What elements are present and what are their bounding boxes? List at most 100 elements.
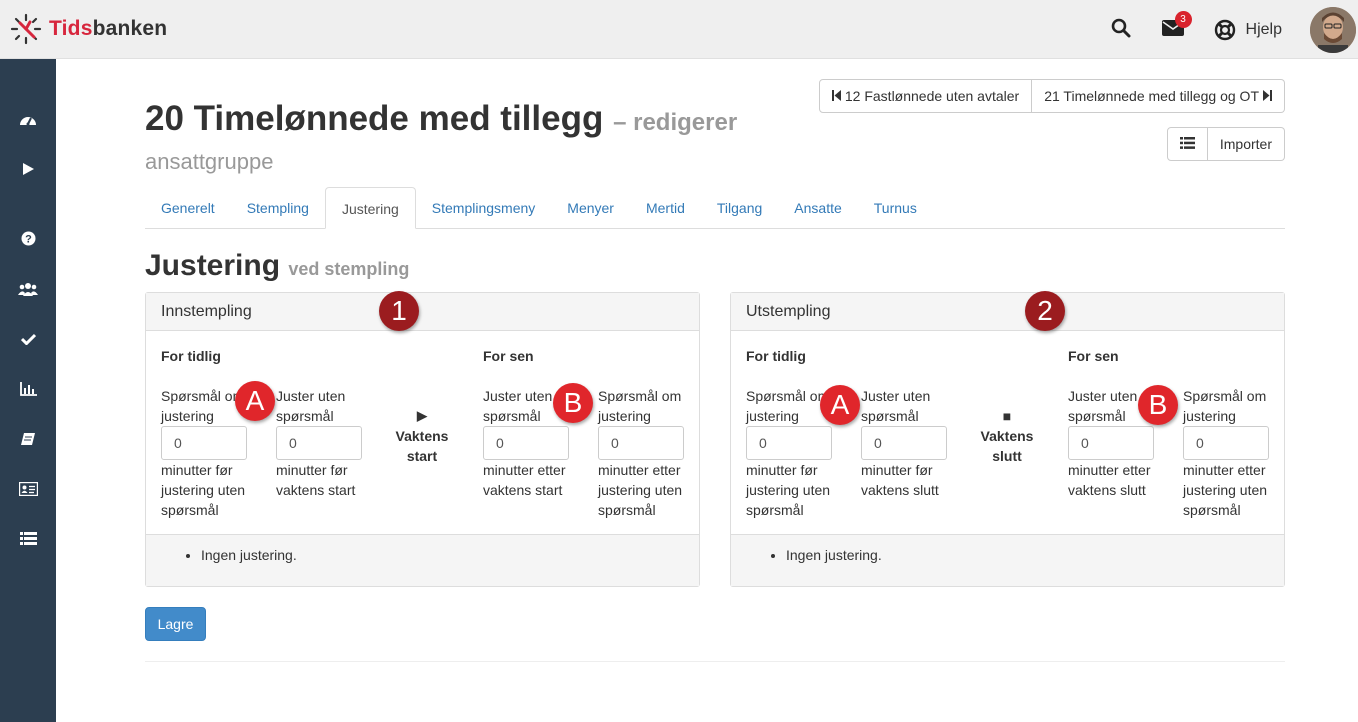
next-group-button[interactable]: 21 Timelønnede med tillegg og OT: [1032, 79, 1285, 113]
import-button[interactable]: Importer: [1207, 127, 1285, 161]
section-title-text: Justering: [145, 249, 281, 282]
early-auto-unit: minutter før vaktens start: [276, 462, 356, 498]
early-title: For tidlig: [746, 348, 806, 364]
tab-stemplingsmeny[interactable]: Stemplingsmeny: [416, 187, 552, 229]
early-ask-unit: minutter før justering uten spørsmål: [161, 462, 246, 518]
early-auto-unit: minutter før vaktens slutt: [861, 462, 939, 498]
late-ask-input[interactable]: 0: [598, 426, 684, 460]
brand-logo[interactable]: Tidsbanken: [10, 13, 167, 45]
brand-name-b: banken: [92, 17, 168, 40]
shift-start-marker: ▶ Vaktens start: [382, 406, 462, 466]
tab-justering[interactable]: Justering: [324, 187, 416, 229]
help-link[interactable]: Hjelp: [1246, 21, 1282, 39]
annotation-marker-b: B: [553, 383, 593, 423]
annotation-marker-b: B: [1138, 385, 1178, 425]
late-ask-unit: minutter etter justering uten spørsmål: [1183, 462, 1268, 518]
panel-utstempling: Utstempling For tidlig For sen Spørsmål …: [730, 291, 1285, 587]
late-ask-input[interactable]: 0: [1183, 426, 1269, 460]
tab-bar: Generelt Stempling Justering Stemplingsm…: [145, 187, 1285, 229]
section-subtitle: ved stempling: [288, 259, 410, 279]
play-icon: ▶: [417, 408, 427, 423]
late-title: For sen: [483, 348, 534, 364]
shift-end-marker: ■ Vaktens slutt: [967, 406, 1047, 466]
section-title: Justering ved stempling: [145, 249, 409, 283]
sidebar-item-dashboard[interactable]: [0, 105, 56, 135]
page-title-suffix: – redigerer: [613, 109, 738, 136]
check-icon: [20, 332, 36, 348]
annotation-marker-1: 1: [379, 291, 419, 331]
panel-heading: Innstempling: [146, 293, 699, 331]
page-title-text: 20 Timelønnede med tillegg: [145, 99, 604, 138]
sidebar-item-help[interactable]: ?: [0, 225, 56, 255]
sidebar-item-users[interactable]: [0, 275, 56, 305]
early-ask-input[interactable]: 0: [746, 426, 832, 460]
late-ask-label: Spørsmål om justering: [1183, 388, 1267, 424]
step-forward-icon: [1263, 88, 1272, 104]
save-button[interactable]: Lagre: [145, 607, 206, 641]
early-ask-input[interactable]: 0: [161, 426, 247, 460]
sidebar-item-check[interactable]: [0, 325, 56, 355]
sidebar-item-id-card[interactable]: [0, 475, 56, 505]
early-auto-label: Juster uten spørsmål: [861, 388, 931, 424]
dashboard-icon: [19, 112, 37, 129]
play-icon: [21, 162, 35, 179]
list-view-button[interactable]: [1166, 127, 1208, 161]
tab-ansatte[interactable]: Ansatte: [778, 187, 857, 229]
next-group-label: 21 Timelønnede med tillegg og OT: [1044, 88, 1259, 104]
divider: [145, 661, 1285, 662]
logo-icon: [10, 13, 42, 45]
sidebar-item-play[interactable]: [0, 155, 56, 185]
annotation-marker-a: A: [820, 385, 860, 425]
tab-generelt[interactable]: Generelt: [145, 187, 231, 229]
brand-name-a: Tids: [49, 17, 93, 40]
tab-stempling[interactable]: Stempling: [231, 187, 325, 229]
tab-mertid[interactable]: Mertid: [630, 187, 701, 229]
shift-start-label: Vaktens start: [395, 428, 449, 464]
panel-innstempling: Innstempling For tidlig For sen Spørsmål…: [145, 291, 700, 587]
shift-end-label: Vaktens slutt: [980, 428, 1034, 464]
help-lifebuoy-icon[interactable]: [1210, 15, 1240, 45]
list-import-group: Importer: [1166, 127, 1285, 161]
list-icon: [1179, 136, 1195, 152]
early-auto-input[interactable]: 0: [861, 426, 947, 460]
previous-group-label: 12 Fastlønnede uten avtaler: [844, 88, 1020, 104]
users-icon: [18, 282, 38, 299]
annotation-marker-a: A: [235, 381, 275, 421]
list-icon: [19, 532, 37, 548]
page-subtitle: ansattgruppe: [145, 149, 274, 174]
panel-footer: Ingen justering.: [731, 534, 1284, 586]
late-auto-input[interactable]: 0: [483, 426, 569, 460]
messages-button[interactable]: 3: [1158, 10, 1192, 45]
sidebar-item-list[interactable]: [0, 525, 56, 555]
late-auto-input[interactable]: 0: [1068, 426, 1154, 460]
tab-menyer[interactable]: Menyer: [551, 187, 630, 229]
previous-group-button[interactable]: 12 Fastlønnede uten avtaler: [818, 79, 1033, 113]
late-auto-unit: minutter etter vaktens start: [483, 462, 566, 498]
unread-badge: 3: [1174, 10, 1192, 28]
late-ask-unit: minutter etter justering uten spørsmål: [598, 462, 683, 518]
step-backward-icon: [831, 88, 841, 104]
tab-turnus[interactable]: Turnus: [858, 187, 933, 229]
early-ask-unit: minutter før justering uten spørsmål: [746, 462, 831, 518]
group-navigation: 12 Fastlønnede uten avtaler 21 Timelønne…: [818, 79, 1285, 113]
tab-tilgang[interactable]: Tilgang: [701, 187, 778, 229]
adjustment-summary-item: Ingen justering.: [201, 547, 297, 563]
user-avatar[interactable]: [1310, 6, 1356, 53]
sidebar-item-reports[interactable]: [0, 375, 56, 405]
late-ask-label: Spørsmål om justering: [598, 388, 682, 424]
early-auto-input[interactable]: 0: [276, 426, 362, 460]
early-auto-label: Juster uten spørsmål: [276, 388, 346, 424]
annotation-marker-2: 2: [1025, 291, 1065, 331]
late-auto-unit: minutter etter vaktens slutt: [1068, 462, 1151, 498]
sidebar-item-book[interactable]: [0, 425, 56, 455]
search-icon: [1111, 18, 1131, 41]
help-icon: ?: [21, 231, 36, 249]
panel-footer: Ingen justering.: [146, 534, 699, 586]
sidebar: ?: [0, 59, 56, 722]
stop-icon: ■: [1002, 408, 1012, 424]
late-title: For sen: [1068, 348, 1119, 364]
search-button[interactable]: [1106, 15, 1136, 45]
chart-icon: [19, 381, 37, 399]
id-card-icon: [18, 481, 38, 499]
book-icon: [20, 432, 36, 449]
